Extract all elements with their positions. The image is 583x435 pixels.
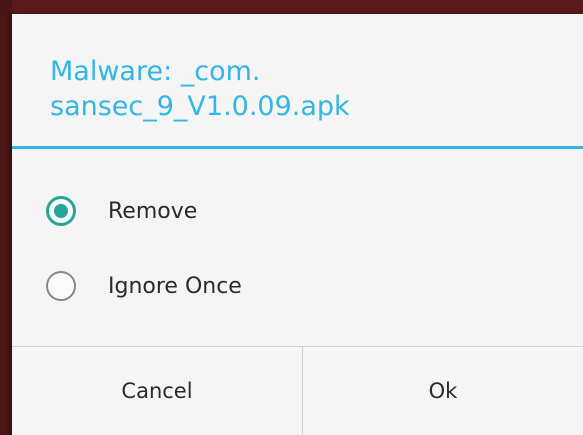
- option-ignore-once-label: Ignore Once: [108, 273, 242, 299]
- malware-dialog: Malware: _com. sansec_9_V1.0.09.apk Remo…: [12, 14, 583, 435]
- ok-button[interactable]: Ok: [303, 347, 583, 435]
- backdrop-left: [0, 0, 12, 435]
- title-divider: [12, 146, 583, 149]
- option-remove-label: Remove: [108, 198, 198, 224]
- backdrop-top: [0, 0, 583, 14]
- radio-unchecked-icon[interactable]: [46, 271, 76, 301]
- cancel-button[interactable]: Cancel: [12, 347, 302, 435]
- option-remove[interactable]: Remove: [46, 187, 197, 235]
- radio-checked-icon[interactable]: [46, 196, 76, 226]
- dialog-title: Malware: _com. sansec_9_V1.0.09.apk: [50, 56, 350, 122]
- option-ignore-once[interactable]: Ignore Once: [46, 262, 242, 310]
